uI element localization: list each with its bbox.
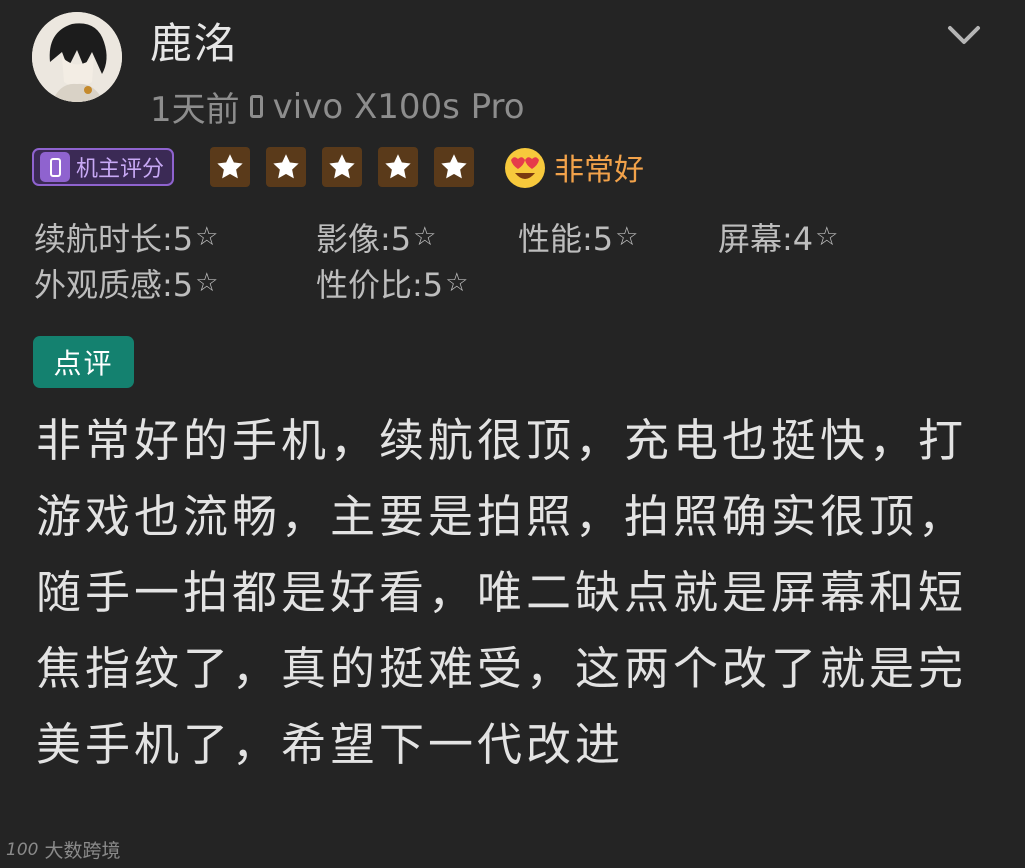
watermark-logo: 100 <box>6 839 39 860</box>
rating-row: 机主评分 非常好 <box>32 146 644 188</box>
review-text: 非常好的手机，续航很顶，充电也挺快，打游戏也流畅，主要是拍照，拍照确实很顶，随手… <box>36 414 968 771</box>
star-icon <box>266 147 307 187</box>
star-outline-icon: ☆ <box>195 222 219 252</box>
star-outline-icon: ☆ <box>815 222 839 252</box>
star-icon <box>322 147 363 187</box>
subscore-camera: 影像:5 ☆ <box>316 220 437 258</box>
star-outline-icon: ☆ <box>413 222 437 252</box>
star-outline-icon: ☆ <box>615 222 639 252</box>
watermark: 100 大数跨境 <box>6 836 120 863</box>
star-outline-icon: ☆ <box>195 268 219 298</box>
chevron-down-icon[interactable] <box>942 18 986 52</box>
watermark-text: 大数跨境 <box>44 840 121 862</box>
star-outline-icon: ☆ <box>445 268 469 298</box>
star-icon <box>378 147 419 187</box>
star-icon <box>434 147 475 187</box>
username[interactable]: 鹿洺 <box>150 10 238 71</box>
subscore-performance: 性能:5 ☆ <box>518 220 639 258</box>
heart-eyes-emoji-icon <box>505 148 546 188</box>
avatar[interactable] <box>32 12 122 102</box>
subscore-design: 外观质感:5 ☆ <box>34 266 219 304</box>
owner-rating-badge: 机主评分 <box>32 148 175 186</box>
time-ago: 1天前 <box>150 90 240 130</box>
device-name: vivo X100s Pro <box>272 86 525 127</box>
star-rating <box>210 147 475 187</box>
review-tag: 点评 <box>33 336 134 388</box>
owner-rating-label: 机主评分 <box>76 157 165 182</box>
post-meta: 1天前 vivo X100s Pro <box>150 82 525 131</box>
subscore-screen: 屏幕:4 ☆ <box>718 220 839 258</box>
star-icon <box>210 147 251 187</box>
rating-verdict: 非常好 <box>554 153 645 188</box>
subscore-battery: 续航时长:5 ☆ <box>34 220 219 258</box>
phone-icon <box>40 152 70 182</box>
subscore-value: 性价比:5 ☆ <box>316 266 469 304</box>
phone-icon <box>249 95 263 118</box>
